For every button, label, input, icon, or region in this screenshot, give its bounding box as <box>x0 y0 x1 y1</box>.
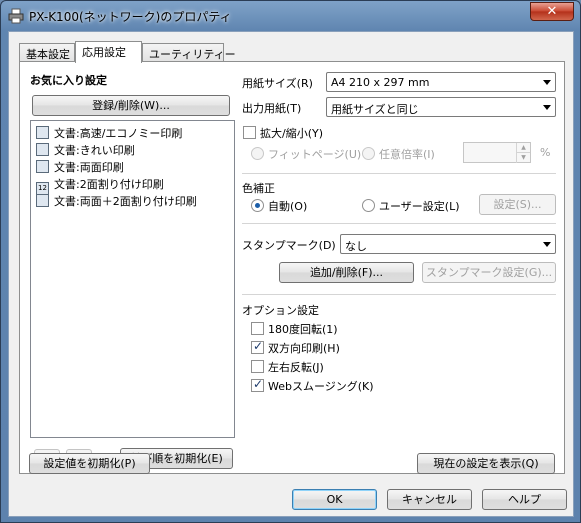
divider <box>242 294 556 295</box>
output-paper-label: 出力用紙(T) <box>242 102 302 115</box>
close-button[interactable]: ✕ <box>530 2 574 21</box>
chevron-down-icon <box>543 80 551 85</box>
reset-defaults-button[interactable]: 設定値を初期化(P) <box>29 453 150 474</box>
scale-checkbox[interactable] <box>243 126 256 139</box>
tab-label: ユーティリティー <box>149 48 236 61</box>
color-auto-radio[interactable] <box>251 199 264 212</box>
bidirectional-label: 双方向印刷(H) <box>268 342 340 355</box>
list-item-label: 文書:両面印刷 <box>54 161 124 174</box>
bidirectional-checkbox[interactable] <box>251 339 264 354</box>
list-item[interactable]: 文書:高速/エコノミー印刷 <box>36 125 182 141</box>
cancel-button[interactable]: キャンセル <box>387 489 472 510</box>
stamp-settings-button[interactable]: スタンプマーク設定(G)... <box>422 262 556 283</box>
ratio-stepper[interactable]: ▲ ▼ <box>463 142 531 163</box>
stamp-select[interactable]: なし <box>340 234 556 254</box>
divider <box>242 173 556 174</box>
register-delete-button[interactable]: 登録/削除(W)... <box>32 95 230 116</box>
percent-unit: % <box>540 146 551 159</box>
dialog-window: PX-K100(ネットワーク)のプロパティ ✕ 基本設定 応用設定 ユーティリテ… <box>0 0 581 523</box>
color-settings-button[interactable]: 設定(S)... <box>479 194 556 215</box>
stamp-label: スタンプマーク(D) <box>242 239 336 252</box>
chevron-down-icon <box>543 105 551 110</box>
mirror-label: 左右反転(J) <box>268 361 324 374</box>
spin-down-icon[interactable]: ▼ <box>516 153 530 163</box>
window-title: PX-K100(ネットワーク)のプロパティ <box>29 10 232 24</box>
list-item-label: 文書:高速/エコノミー印刷 <box>54 127 183 140</box>
close-icon: ✕ <box>546 4 558 19</box>
mirror-checkbox[interactable] <box>251 360 264 373</box>
tab-basic-settings[interactable]: 基本設定 <box>19 43 75 62</box>
favorites-heading: お気に入り設定 <box>30 74 107 87</box>
list-item[interactable]: 文書:両面＋2面割り付け印刷 <box>36 193 197 209</box>
document-icon <box>36 143 49 156</box>
duplex-two-up-icon <box>36 194 49 207</box>
color-user-label: ユーザー設定(L) <box>379 200 460 213</box>
stamp-add-delete-button[interactable]: 追加/削除(F)... <box>279 262 414 283</box>
divider <box>242 223 556 224</box>
options-heading: オプション設定 <box>242 304 319 317</box>
tab-advanced-settings[interactable]: 応用設定 <box>75 41 142 63</box>
help-button[interactable]: ヘルプ <box>482 489 567 510</box>
tab-label: 応用設定 <box>82 46 126 59</box>
ok-button[interactable]: OK <box>292 489 377 510</box>
paper-size-label: 用紙サイズ(R) <box>242 77 313 90</box>
web-smoothing-checkbox[interactable] <box>251 377 264 392</box>
custom-ratio-label: 任意倍率(I) <box>379 148 435 161</box>
list-item[interactable]: 12 文書:2面割り付け印刷 <box>36 176 164 195</box>
fit-page-label: フィットページ(U) <box>268 148 362 161</box>
favorites-list[interactable]: 文書:高速/エコノミー印刷 文書:きれい印刷 文書:両面印刷 12 文書:2面割り… <box>30 120 235 438</box>
color-user-radio[interactable] <box>362 199 375 212</box>
duplex-document-icon <box>36 160 49 173</box>
list-item[interactable]: 文書:両面印刷 <box>36 159 124 175</box>
color-heading: 色補正 <box>242 182 275 195</box>
printer-icon <box>8 8 24 24</box>
paper-size-select[interactable]: A4 210 x 297 mm <box>326 72 556 92</box>
show-current-settings-button[interactable]: 現在の設定を表示(Q) <box>417 453 555 474</box>
output-paper-value: 用紙サイズと同じ <box>331 103 419 116</box>
chevron-down-icon <box>543 242 551 247</box>
tab-label: 基本設定 <box>26 48 70 61</box>
dialog-client-area: 基本設定 応用設定 ユーティリティー お気に入り設定 登録/削除(W)... 文… <box>8 31 574 517</box>
title-bar[interactable]: PX-K100(ネットワーク)のプロパティ ✕ <box>1 1 580 31</box>
stamp-value: なし <box>345 240 367 253</box>
tab-utility[interactable]: ユーティリティー <box>142 43 236 62</box>
list-item-label: 文書:きれい印刷 <box>54 144 135 157</box>
web-smoothing-label: Webスムージング(K) <box>268 380 374 393</box>
document-icon <box>36 126 49 139</box>
rotate-180-checkbox[interactable] <box>251 322 264 335</box>
paper-size-value: A4 210 x 297 mm <box>331 76 430 89</box>
list-item[interactable]: 文書:きれい印刷 <box>36 142 135 158</box>
spin-up-icon[interactable]: ▲ <box>516 143 530 153</box>
color-auto-label: 自動(O) <box>268 200 308 213</box>
list-item-label: 文書:2面割り付け印刷 <box>54 178 164 191</box>
fit-page-radio[interactable] <box>251 147 264 160</box>
advanced-settings-panel: お気に入り設定 登録/削除(W)... 文書:高速/エコノミー印刷 文書:きれい… <box>19 61 565 474</box>
rotate-180-label: 180度回転(1) <box>268 323 338 336</box>
output-paper-select[interactable]: 用紙サイズと同じ <box>326 97 556 117</box>
scale-label: 拡大/縮小(Y) <box>260 127 324 140</box>
custom-ratio-radio[interactable] <box>362 147 375 160</box>
list-item-label: 文書:両面＋2面割り付け印刷 <box>54 195 197 208</box>
